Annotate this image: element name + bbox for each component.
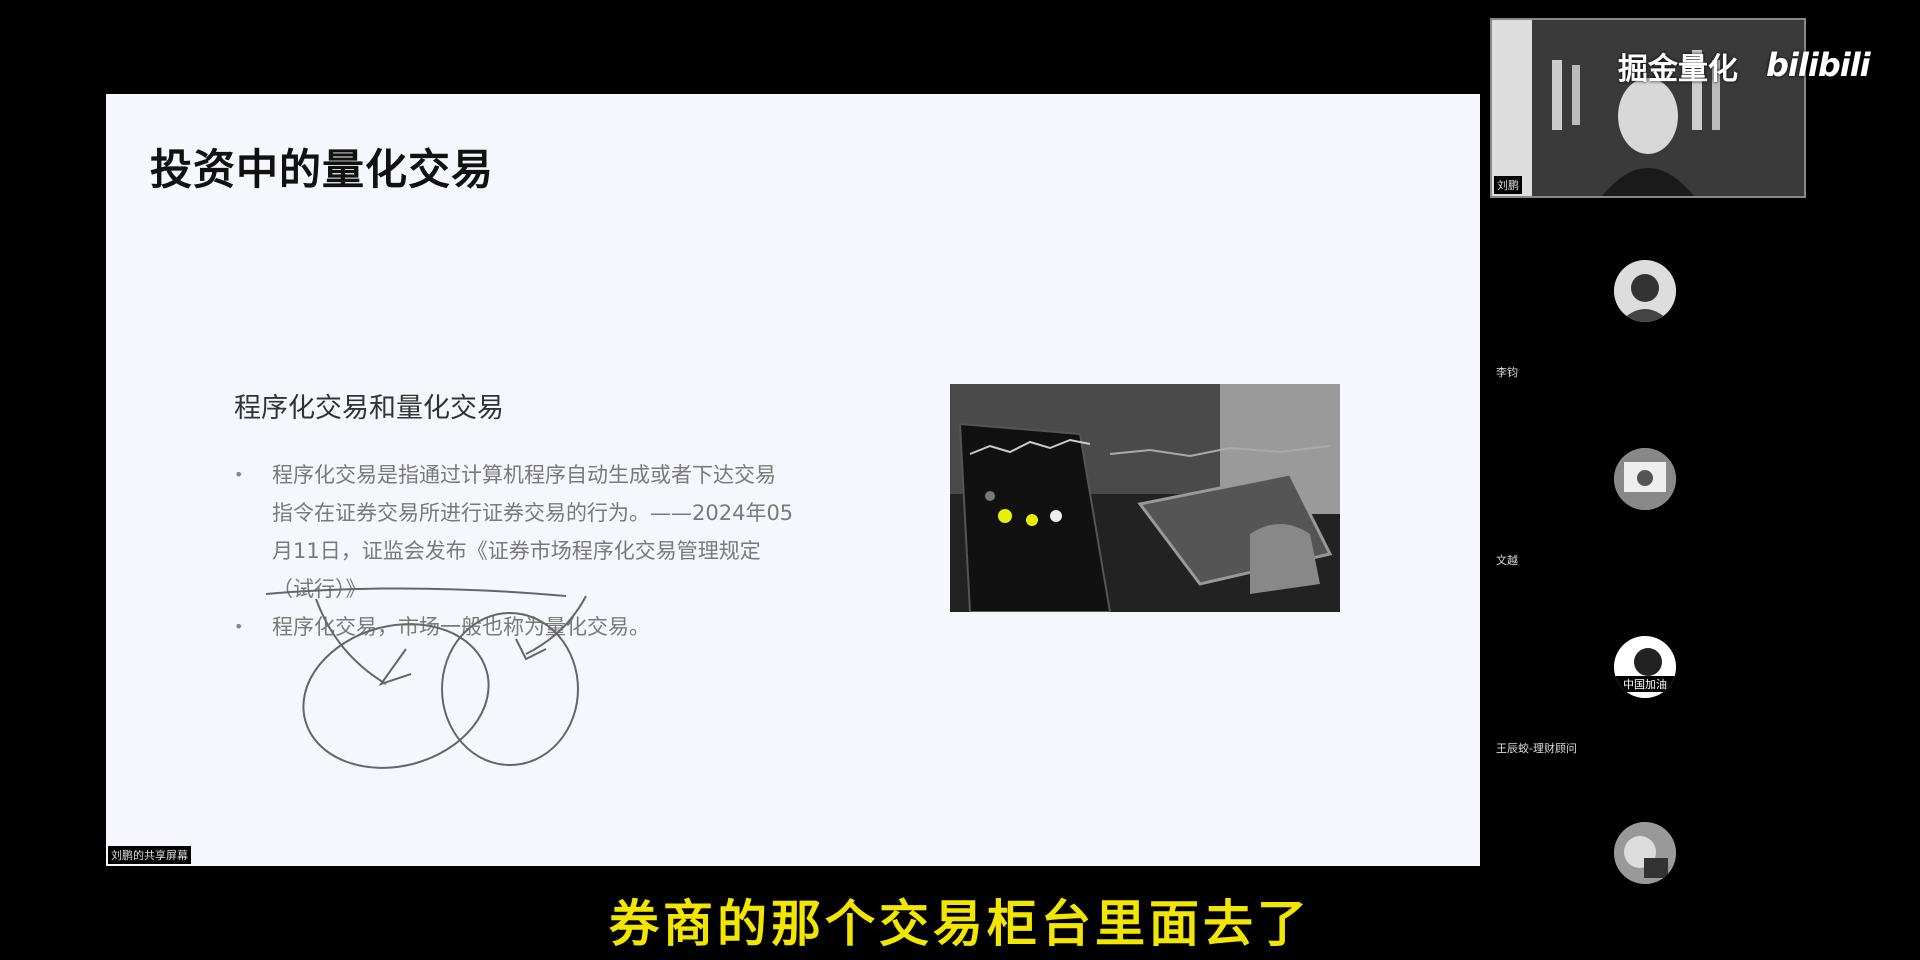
bullet-list: 程序化交易是指通过计算机程序自动生成或者下达交易指令在证券交易所进行证券交易的行… <box>234 456 794 646</box>
presenter-name: 刘鹏 <box>1494 176 1522 194</box>
participant-name: 文越 <box>1496 554 1518 567</box>
bullet-item: 程序化交易，市场一般也称为量化交易。 <box>234 608 794 646</box>
bullet-item: 程序化交易是指通过计算机程序自动生成或者下达交易指令在证券交易所进行证券交易的行… <box>234 456 794 608</box>
participant-avatar[interactable] <box>1614 822 1676 884</box>
participant-avatar[interactable] <box>1614 260 1676 322</box>
trading-photo <box>950 384 1340 612</box>
bilibili-logo-icon: bilibili <box>1766 46 1871 84</box>
avatar-caption: 中国加油 <box>1614 676 1676 692</box>
channel-watermark: 掘金量化 <box>1618 52 1738 87</box>
slide-title: 投资中的量化交易 <box>150 145 495 194</box>
screen-share-label: 刘鹏的共享屏幕 <box>108 846 191 864</box>
avatar-image-icon <box>1614 822 1676 884</box>
video-subtitle: 券商的那个交易柜台里面去了 <box>609 895 1311 953</box>
participant-name: 王辰蛟-理财顾问 <box>1496 742 1577 755</box>
trading-photo-image <box>950 384 1340 612</box>
avatar-image-icon <box>1614 448 1676 510</box>
participant-name: 李钧 <box>1496 366 1518 379</box>
participant-avatar[interactable]: 中国加油 <box>1614 636 1676 698</box>
slide-subheading: 程序化交易和量化交易 <box>234 393 504 424</box>
shared-screen: 投资中的量化交易 程序化交易和量化交易 程序化交易是指通过计算机程序自动生成或者… <box>106 94 1480 866</box>
avatar-image-icon <box>1614 260 1676 322</box>
participant-avatar[interactable] <box>1614 448 1676 510</box>
